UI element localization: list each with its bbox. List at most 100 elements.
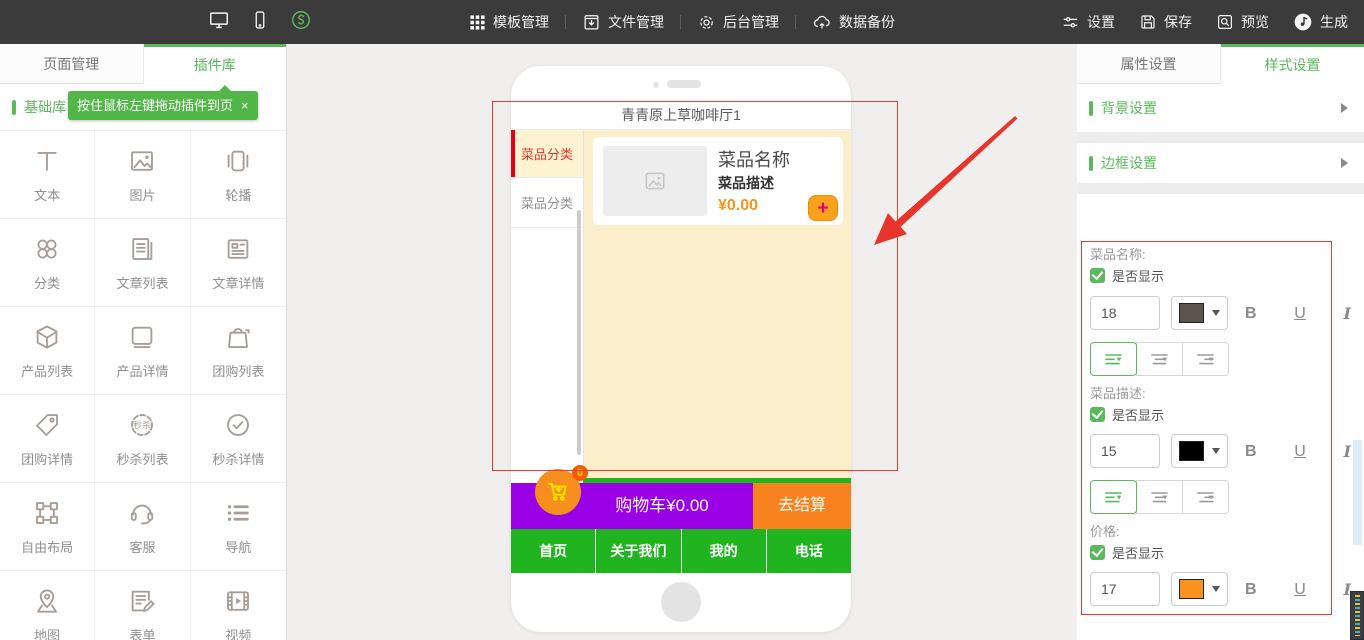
nav-item-mine[interactable]: 我的 [682, 529, 767, 573]
font-color-select-price[interactable] [1171, 572, 1228, 606]
font-style-buttons: B U I [1245, 442, 1351, 461]
font-color-select-dish-name[interactable] [1171, 296, 1228, 330]
link-icon[interactable] [290, 9, 312, 36]
widget-seckill-detail[interactable]: 秒杀详情 [191, 395, 286, 483]
phone-home-button[interactable] [661, 582, 701, 622]
drag-hint-tooltip: 按住鼠标左键拖动插件到页 × [68, 91, 258, 120]
widget-map[interactable]: 地图 [0, 571, 95, 640]
checkout-button[interactable]: 去结算 [753, 483, 851, 529]
widget-image[interactable]: 图片 [95, 131, 190, 219]
font-size-input-dish-name[interactable] [1090, 296, 1160, 330]
widget-groupbuy-detail[interactable]: 团购详情 [0, 395, 95, 483]
gear-icon [697, 13, 716, 32]
nav-item-about[interactable]: 关于我们 [596, 529, 681, 573]
menu-template-management[interactable]: 模板管理 [469, 12, 549, 32]
widget-navigation[interactable]: 导航 [191, 483, 286, 571]
library-section-header: 基础库 按住鼠标左键拖动插件到页 × [0, 84, 286, 130]
monitor-icon[interactable] [208, 9, 230, 36]
widget-text[interactable]: 文本 [0, 131, 95, 219]
tab-attribute-settings[interactable]: 属性设置 [1077, 44, 1221, 84]
checkbox-label: 是否显示 [1112, 543, 1164, 562]
widget-product-list[interactable]: 产品列表 [0, 307, 95, 395]
widget-article-detail[interactable]: 文章详情 [191, 219, 286, 307]
section-label: 边框设置 [1101, 153, 1157, 173]
widget-label: 视频 [225, 625, 251, 640]
widget-label: 地图 [34, 625, 60, 640]
page-builder-app: 模板管理 文件管理 后台管理 数据备份 [0, 0, 1364, 640]
widget-label: 自由布局 [21, 537, 73, 556]
close-icon[interactable]: × [241, 99, 249, 112]
groupbuy-list-icon [223, 322, 253, 352]
widget-video[interactable]: 视频 [191, 571, 286, 640]
widget-customer-service[interactable]: 客服 [95, 483, 190, 571]
widget-category[interactable]: 分类 [0, 219, 95, 307]
widget-carousel[interactable]: 轮播 [191, 131, 286, 219]
align-right-button[interactable] [1182, 342, 1229, 376]
menu-label: 模板管理 [493, 12, 549, 32]
font-size-input-dish-desc[interactable] [1090, 434, 1160, 468]
widget-product-detail[interactable]: 产品详情 [95, 307, 190, 395]
italic-button[interactable]: I [1344, 442, 1351, 461]
underline-button[interactable]: U [1294, 443, 1306, 461]
align-center-button[interactable] [1136, 480, 1183, 514]
left-panel-tabs: 页面管理 插件库 [0, 44, 286, 84]
widget-groupbuy-list[interactable]: 团购列表 [191, 307, 286, 395]
nav-item-phone[interactable]: 电话 [767, 529, 851, 573]
settings-button[interactable]: 设置 [1061, 12, 1115, 32]
scrollbar-thumb[interactable] [577, 210, 581, 455]
align-center-button[interactable] [1136, 342, 1183, 376]
align-right-button[interactable] [1182, 480, 1229, 514]
dropdown-caret-icon [1212, 310, 1220, 316]
widget-seckill-list[interactable]: 秒杀 秒杀列表 [95, 395, 190, 483]
tooltip-text: 按住鼠标左键拖动插件到页 [77, 99, 233, 112]
dish-description: 菜品描述 [718, 173, 774, 193]
bold-button[interactable]: B [1245, 305, 1257, 323]
checkbox-checked-icon[interactable] [1090, 268, 1105, 283]
smartphone-icon[interactable] [250, 9, 270, 36]
field-label-dish-name: 菜品名称: [1090, 244, 1146, 263]
groupbuy-detail-icon [32, 410, 62, 440]
section-header[interactable]: 背景设置 [1077, 84, 1364, 132]
checkbox-checked-icon[interactable] [1090, 407, 1105, 422]
scrollbar-minimap-thumb[interactable] [1350, 591, 1364, 640]
article-list-icon [127, 234, 157, 264]
preview-button[interactable]: 预览 [1216, 12, 1269, 32]
bold-button[interactable]: B [1245, 581, 1257, 599]
widget-label: 分类 [34, 273, 60, 292]
menu-item-category[interactable]: 菜品分类 [511, 178, 583, 228]
section-header[interactable]: 边框设置 [1077, 143, 1364, 183]
dish-card[interactable]: 菜品名称 菜品描述 ¥0.00 + [593, 137, 843, 225]
tab-plugin-library[interactable]: 插件库 [144, 44, 287, 84]
cart-count-badge: 0 [572, 465, 588, 481]
color-swatch [1179, 303, 1204, 323]
italic-button[interactable]: I [1344, 304, 1351, 323]
tab-style-settings[interactable]: 样式设置 [1221, 44, 1364, 84]
align-left-button[interactable] [1090, 480, 1137, 514]
tab-page-management[interactable]: 页面管理 [0, 44, 144, 84]
generate-button[interactable]: 生成 [1293, 12, 1348, 32]
menu-backend-management[interactable]: 后台管理 [697, 12, 779, 32]
add-to-cart-button[interactable]: + [808, 195, 838, 221]
underline-button[interactable]: U [1294, 581, 1306, 599]
scrollbar-track-highlight[interactable] [1353, 440, 1362, 545]
bold-button[interactable]: B [1245, 443, 1257, 461]
save-button[interactable]: 保存 [1139, 12, 1192, 32]
topbar: 模板管理 文件管理 后台管理 数据备份 [0, 0, 1364, 44]
widget-form[interactable]: 表单 [95, 571, 190, 640]
section-accent-bar [1089, 101, 1093, 116]
menu-file-management[interactable]: 文件管理 [582, 12, 664, 32]
widget-free-layout[interactable]: 自由布局 [0, 483, 95, 571]
font-color-select-dish-desc[interactable] [1171, 434, 1228, 468]
align-left-button[interactable] [1090, 342, 1137, 376]
nav-item-home[interactable]: 首页 [511, 529, 596, 573]
widget-label: 文章列表 [116, 273, 168, 292]
font-size-input-price[interactable] [1090, 572, 1160, 606]
checkbox-checked-icon[interactable] [1090, 545, 1105, 560]
cart-icon [545, 479, 571, 505]
menu-item-category[interactable]: 菜品分类 [511, 130, 583, 178]
divider [565, 15, 566, 29]
underline-button[interactable]: U [1294, 305, 1306, 323]
widget-article-list[interactable]: 文章列表 [95, 219, 190, 307]
menu-data-backup[interactable]: 数据备份 [812, 12, 895, 32]
dropdown-caret-icon [1212, 448, 1220, 454]
